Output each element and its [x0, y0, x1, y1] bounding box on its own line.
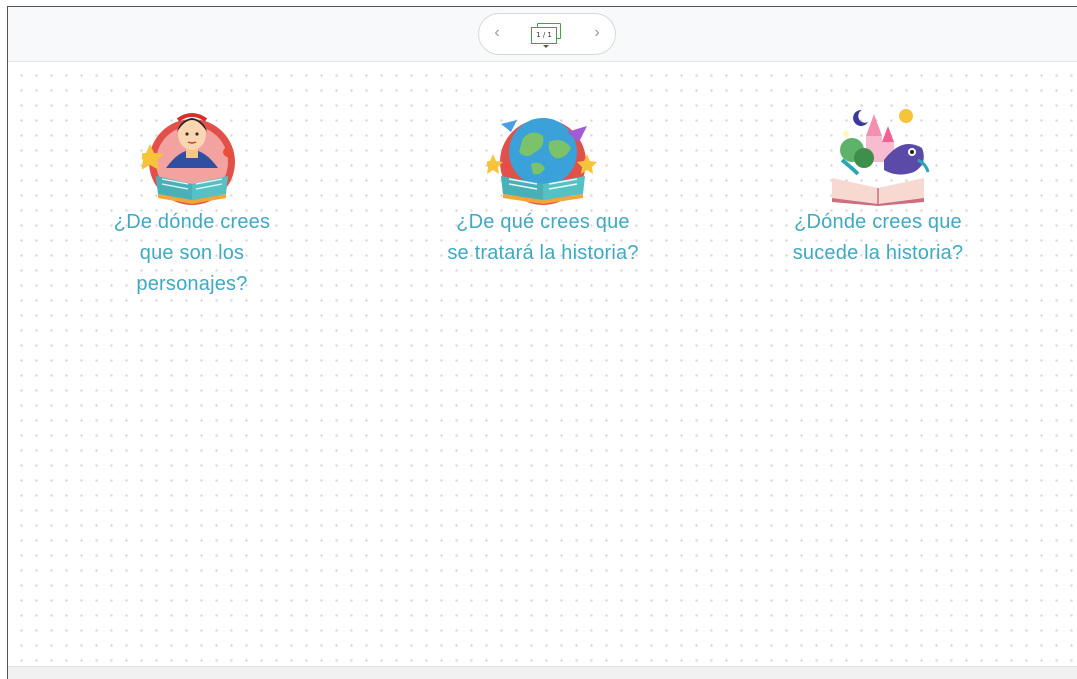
question-text: ¿De dónde crees que son los personajes? — [113, 211, 271, 295]
globe-book-icon — [487, 118, 597, 205]
app-frame: ‹ 1 / 1 › ¿De dónde crees que son los pe… — [7, 6, 1077, 679]
chevron-down-icon[interactable] — [543, 45, 549, 48]
question-text: ¿De qué crees que se tratará la historia… — [447, 211, 639, 264]
princess-book-icon — [142, 113, 235, 205]
next-page-button[interactable]: › — [587, 23, 607, 43]
question-card-3: ¿Dónde crees que sucede la historia? — [780, 102, 976, 269]
fairytale-book-icon — [832, 109, 930, 206]
slides-icon[interactable]: 1 / 1 — [531, 23, 563, 48]
bottom-bar — [8, 666, 1077, 679]
whiteboard-canvas[interactable]: ¿De dónde crees que son los personajes? … — [8, 62, 1077, 667]
page-indicator: 1 / 1 — [531, 27, 557, 44]
page-navigator: ‹ 1 / 1 › — [478, 13, 616, 55]
question-text: ¿Dónde crees que sucede la historia? — [792, 211, 964, 264]
previous-page-button[interactable]: ‹ — [487, 23, 507, 43]
question-card-1: ¿De dónde crees que son los personajes? — [102, 102, 282, 300]
top-toolbar: ‹ 1 / 1 › — [8, 7, 1077, 62]
question-card-2: ¿De qué crees que se tratará la historia… — [446, 102, 640, 269]
